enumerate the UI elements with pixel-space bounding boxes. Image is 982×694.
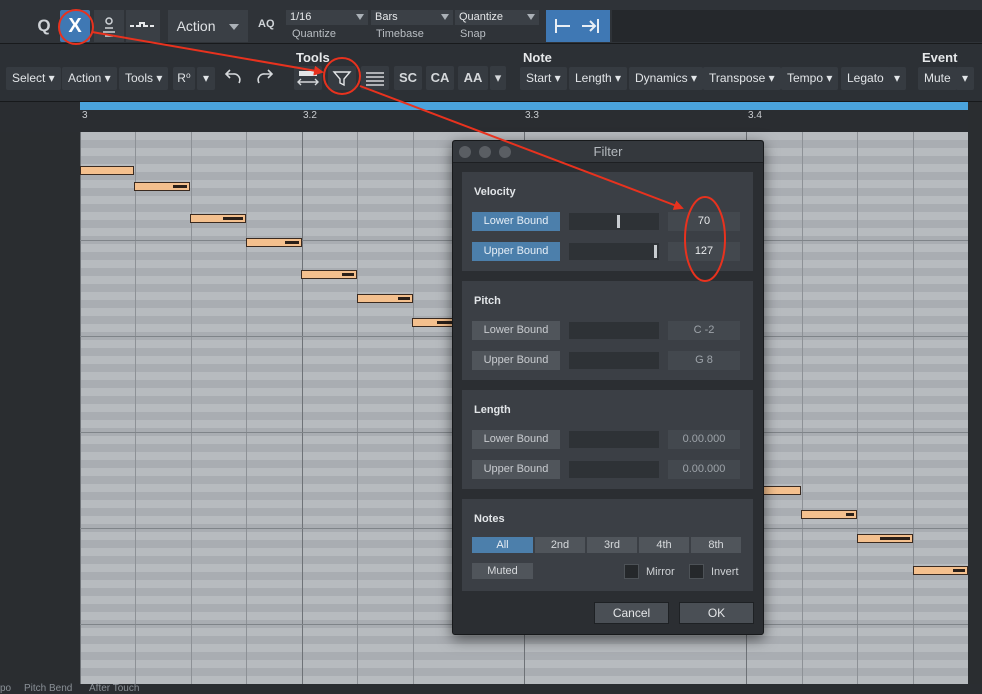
annotation-arrow: [359, 85, 684, 210]
highlight-circle-x: [58, 9, 94, 45]
highlight-circle-velocity: [684, 196, 726, 282]
annotation-overlay: [58, 9, 726, 282]
annotation-arrow: [91, 31, 324, 76]
highlight-circle-filter: [323, 57, 361, 95]
